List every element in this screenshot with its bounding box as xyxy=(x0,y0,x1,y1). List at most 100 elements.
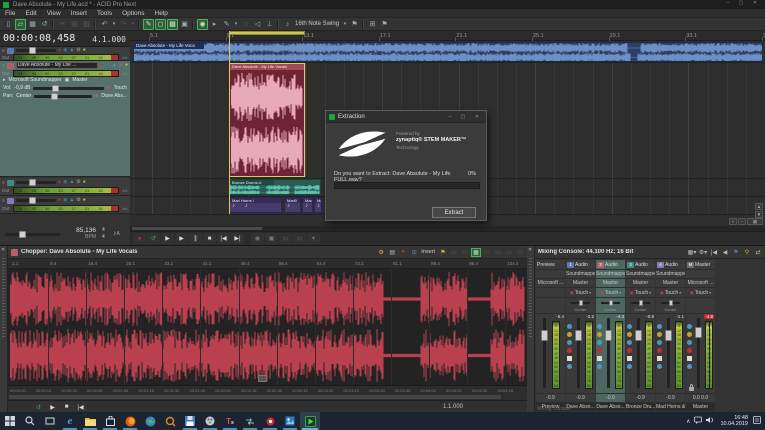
taskbar-app-photos[interactable] xyxy=(280,412,300,430)
channel-input[interactable] xyxy=(686,270,715,279)
track2-bus[interactable]: Master xyxy=(72,77,87,83)
shift-left-icon[interactable]: ▭ xyxy=(504,248,514,257)
taskbar-app-search-orange[interactable] xyxy=(160,412,180,430)
mixer-button[interactable]: ▣ xyxy=(265,233,278,244)
clip-track2-vocals[interactable]: Dave Absolute - My Life Vocals ♪ xyxy=(229,63,305,177)
taskbar-app-teamspeak[interactable]: Ts xyxy=(220,412,240,430)
time-signature[interactable]: 4 4 xyxy=(102,227,105,241)
rewind-icon[interactable]: |◀ xyxy=(709,248,719,257)
window-controls[interactable]: – ▢ ✕ xyxy=(727,0,761,6)
taskbar-app-edge[interactable]: e xyxy=(60,412,80,430)
automation-icon[interactable]: ● xyxy=(83,198,86,203)
channel-fx-icons[interactable] xyxy=(627,324,632,369)
play-button[interactable]: ▶ xyxy=(175,233,188,244)
mixer-channel-dave-abso-[interactable]: 1 Audio Soundmapper Master ◉ Touch ▾ Center 6 12… xyxy=(566,260,595,411)
zoom-out-button[interactable]: − xyxy=(738,218,746,225)
channel-name[interactable]: Bronze Dru... xyxy=(626,403,655,411)
automation-mode[interactable]: ◉ Touch ▾ xyxy=(626,288,655,298)
pencil-drop-icon[interactable]: ▾ xyxy=(233,18,239,30)
pan-control[interactable]: Center xyxy=(656,298,685,314)
cursor-tool-icon[interactable]: ▸ xyxy=(209,18,220,30)
menu-options[interactable]: Options xyxy=(117,10,149,17)
open-icon[interactable]: ▱ xyxy=(15,18,26,30)
taskbar-app-save-tool[interactable] xyxy=(180,412,200,430)
views-icon[interactable]: ▦▾ xyxy=(687,248,697,257)
pan-control[interactable] xyxy=(536,298,565,314)
scroll-up-button[interactable]: ▲ xyxy=(755,203,763,210)
go-to-end-button[interactable]: ▶| xyxy=(231,233,244,244)
channel-name[interactable]: Master xyxy=(686,403,715,411)
chopper-stop-button[interactable]: ■ xyxy=(60,401,73,413)
metronome-button[interactable]: ◉ xyxy=(251,233,264,244)
panel-b-button[interactable]: ▭ xyxy=(293,233,306,244)
fx-icon[interactable]: ⚙ xyxy=(76,180,80,185)
mute-icon[interactable]: ◉ xyxy=(105,63,109,68)
pause-button[interactable]: ∥ xyxy=(189,233,202,244)
record-button[interactable]: ● xyxy=(133,233,146,244)
sync-icon[interactable]: ↺ xyxy=(39,18,50,30)
new-icon[interactable]: ▯ xyxy=(3,18,14,30)
grid-snap-icon[interactable]: ▦ xyxy=(471,247,481,257)
flag-icon[interactable]: ⚑ xyxy=(438,248,448,257)
automation-mode[interactable]: ◉ Touch ▾ xyxy=(596,288,625,298)
taskbar-clock[interactable]: 16:48 10.04.2019 xyxy=(720,415,748,427)
window-titlebar[interactable]: Dave Absolute - My Life.acd * - ACID Pro… xyxy=(0,0,765,9)
erase-tool-icon[interactable]: ▣ xyxy=(179,18,190,30)
listen-icon[interactable]: ◁ xyxy=(252,18,263,30)
clip-track4-horns[interactable]: Mad0♪ xyxy=(284,197,301,213)
double-icon[interactable]: ▭ xyxy=(493,248,503,257)
chopper-play-button[interactable]: ▶ xyxy=(46,401,59,413)
menu-file[interactable]: File xyxy=(0,10,20,17)
track4-volume-slider[interactable] xyxy=(15,197,56,204)
beat-ruler[interactable]: 5.19.113.117.121.125.129.133.137.1 xyxy=(130,31,765,41)
volume-icon[interactable] xyxy=(706,416,715,426)
envelope-tool-icon[interactable]: ◉ xyxy=(197,18,208,30)
record-arm-icon[interactable]: ● xyxy=(100,63,103,68)
clip-track4-horns[interactable]: Mad0♪ xyxy=(314,197,322,213)
solo-icon[interactable]: ▲ xyxy=(69,180,74,185)
redo-icon[interactable]: ↷ xyxy=(118,18,129,30)
undo-icon[interactable]: ↶ xyxy=(99,18,110,30)
key-icon[interactable]: ♪A xyxy=(113,230,120,237)
channel-output[interactable]: Master xyxy=(656,279,685,288)
mixer-channel-mad-horns-[interactable]: 4 Audio Soundmapper Master ◉ Touch ▾ Center 6 12… xyxy=(656,260,685,411)
tray-expand-icon[interactable]: ∧ xyxy=(686,418,690,425)
draw-tool-icon[interactable]: ✎ xyxy=(143,18,154,30)
save-icon[interactable]: ▦ xyxy=(27,18,38,30)
automation-mode[interactable]: Touch xyxy=(114,85,127,91)
redo-drop-icon[interactable]: ▾ xyxy=(130,18,136,30)
settings-icon[interactable]: ⚙▾ xyxy=(698,248,708,257)
chopper-loop-button[interactable]: ↺ xyxy=(32,401,45,413)
volume-fader[interactable] xyxy=(695,318,702,388)
undo-drop-icon[interactable]: ▾ xyxy=(111,18,117,30)
menu-edit[interactable]: Edit xyxy=(20,10,41,17)
volume-fader[interactable] xyxy=(605,318,612,388)
automation-mode[interactable]: ◉ Touch ▾ xyxy=(656,288,685,298)
go-to-start-button[interactable]: |◀ xyxy=(217,233,230,244)
record-icon[interactable]: ● xyxy=(398,248,408,257)
stop-button[interactable]: ■ xyxy=(203,233,216,244)
clip-track4-horns[interactable]: Mad Horns I ♪ ♪ xyxy=(229,197,282,213)
volume-fader[interactable] xyxy=(541,318,548,388)
fx-icon[interactable]: ⚙ xyxy=(76,48,80,53)
mixer-channel-master[interactable]: M Master Microsoft ... ◉ Touch ▾ 6 12 18 24 30… xyxy=(686,260,715,411)
start-button[interactable] xyxy=(0,412,20,430)
extract-button[interactable]: Extract xyxy=(432,207,476,218)
play-from-start-button[interactable]: ▶ xyxy=(161,233,174,244)
channel-input[interactable]: Soundmapper xyxy=(596,270,625,279)
mixer-dock-handle[interactable]: ✕ xyxy=(527,246,535,412)
swing-icon[interactable]: ♪ xyxy=(282,18,293,30)
taskbar-app-paint-tool[interactable] xyxy=(200,412,220,430)
track2-volume-slider[interactable] xyxy=(33,84,104,92)
spray-icon[interactable]: ◌ xyxy=(240,18,251,30)
mute-icon[interactable]: ◉ xyxy=(63,198,67,203)
menu-view[interactable]: View xyxy=(42,10,66,17)
channel-name[interactable]: Dave Abso... xyxy=(596,403,625,411)
insert-track-icon[interactable]: ⇄ xyxy=(753,248,763,257)
clip-track4-horns[interactable]: Mad0♪ xyxy=(302,197,313,213)
fx-icon[interactable]: ⚙ xyxy=(76,198,80,203)
taskbar-app-file-explorer[interactable] xyxy=(80,412,100,430)
channel-fx-icons[interactable] xyxy=(657,324,662,369)
select-tool-icon[interactable]: ◻ xyxy=(155,18,166,30)
taskbar-app-google-earth[interactable] xyxy=(140,412,160,430)
